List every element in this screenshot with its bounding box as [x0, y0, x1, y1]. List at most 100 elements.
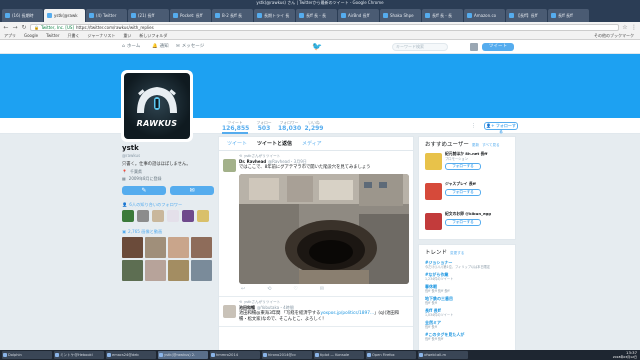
browser-tab[interactable]: 長ff 長 - 長: [422, 9, 463, 22]
browser-tab[interactable]: 長ff 長ff: [548, 9, 589, 22]
follower-avatar[interactable]: [152, 210, 164, 222]
suggested-user[interactable]: 紀文のお卵 @kibun_egg フォローする: [425, 211, 509, 239]
media-thumbnail[interactable]: [191, 237, 212, 258]
stat-followers[interactable]: フォロワー 18,030: [278, 118, 301, 134]
bookmark-item[interactable]: Google: [24, 33, 38, 38]
profile-name[interactable]: ystk: [122, 144, 214, 153]
follower-avatar[interactable]: [182, 210, 194, 222]
browser-tab[interactable]: 【長ff】長ff: [506, 9, 547, 22]
media-thumbnail[interactable]: [122, 237, 143, 258]
taskbar-item[interactable]: emacs24@deb: [106, 351, 156, 359]
media-thumbnail[interactable]: [145, 260, 166, 281]
trend-item[interactable]: #ジョショナー 今だけ(いい)第1位、フィリップ以は本日限定: [425, 260, 509, 269]
follower-avatar[interactable]: [137, 210, 149, 222]
photos-videos-link[interactable]: ▣ 2,765 画像と動画: [122, 228, 214, 235]
suggested-user-avatar[interactable]: [425, 153, 442, 170]
more-options-icon[interactable]: ⋮: [471, 123, 476, 129]
bookmark-item[interactable]: Twitter: [46, 33, 59, 38]
menu-icon[interactable]: ⋮: [631, 24, 637, 31]
browser-tab[interactable]: 長ff 長 - 長: [296, 9, 337, 22]
tweet-link[interactable]: yoxpos.jp/politics/1897...: [320, 311, 374, 316]
trend-item[interactable]: 春休暇 長ff 長ff 長ff 長ff: [425, 284, 509, 293]
bookmark-item[interactable]: アプリ: [4, 33, 16, 39]
nav-notifications[interactable]: 🔔 通知: [152, 40, 169, 54]
suggested-user-avatar[interactable]: [425, 213, 442, 230]
media-thumbnail[interactable]: [145, 237, 166, 258]
tab-tweets[interactable]: ツイート: [227, 140, 247, 147]
like-icon[interactable]: ♡: [293, 285, 297, 293]
bookmark-item[interactable]: 重い: [123, 33, 131, 39]
taskbar-item[interactable]: hmmro2014: [210, 351, 260, 359]
tweet[interactable]: ⟲ ystkさんがリツイート 池田和暢 @Yobutaka・4時間 池田和暢@東…: [219, 297, 413, 327]
follower-avatar[interactable]: [167, 210, 179, 222]
taskbar-item[interactable]: xfwebl:all-m: [418, 351, 468, 359]
bookmark-item[interactable]: 只書く: [68, 33, 80, 39]
media-thumbnail[interactable]: [168, 237, 189, 258]
tweet-author-avatar[interactable]: [223, 305, 236, 318]
back-icon[interactable]: ←: [3, 24, 9, 31]
taskbar-item[interactable]: Dolphin: [2, 351, 52, 359]
trend-item[interactable]: #このタグを見た人が 長ff 長ff 長ff: [425, 332, 509, 341]
taskbar-item[interactable]: ystk(@rawkus) 2.: [158, 351, 208, 359]
browser-tab[interactable]: Pocket: 長ff: [170, 9, 211, 22]
retweet-icon[interactable]: ⟲: [267, 285, 271, 293]
follower-avatar[interactable]: [122, 210, 134, 222]
other-bookmarks[interactable]: その他のブックマーク: [594, 33, 634, 39]
stat-tweets[interactable]: ツイート 126,855: [222, 118, 249, 134]
taskbar-item[interactable]: hirono2014@cc: [262, 351, 312, 359]
follow-button[interactable]: フォローする: [445, 189, 481, 196]
media-thumbnail[interactable]: [122, 260, 143, 281]
stat-likes[interactable]: いいね 2,299: [304, 118, 324, 134]
tweet-photo[interactable]: [239, 174, 409, 284]
browser-tab[interactable]: Shaka Shpe: [380, 9, 421, 22]
search-input[interactable]: キーワード検索: [392, 43, 448, 51]
browser-tab[interactable]: Amazon.co: [464, 9, 505, 22]
reload-icon[interactable]: ↻: [21, 24, 27, 31]
media-thumbnail[interactable]: [168, 260, 189, 281]
trend-item[interactable]: 地下鉄の三番目 長ff 長ff: [425, 296, 509, 305]
twitter-bird-icon[interactable]: 🐦: [312, 43, 322, 51]
forward-icon[interactable]: →: [12, 24, 18, 31]
browser-tab[interactable]: AirBnd 長ff: [338, 9, 379, 22]
view-all-link[interactable]: すべて見る: [482, 141, 500, 149]
tab-tweets-replies[interactable]: ツイートと返信: [257, 140, 292, 147]
stat-following[interactable]: フォロー 503: [254, 118, 274, 134]
taskbar-item[interactable]: tiplot — Konsole: [314, 351, 364, 359]
tweet-author-avatar[interactable]: [223, 159, 236, 172]
follow-button[interactable]: フォローする: [445, 163, 481, 170]
browser-tab[interactable]: (4) Twitter: [86, 9, 127, 22]
tab-media[interactable]: メディア: [302, 140, 322, 147]
tweet[interactable]: ⟲ ystkさんがリツイート Dr. Ravhead @Ravhead・3月9日…: [219, 151, 413, 297]
nav-home[interactable]: ⌂ ホーム: [122, 40, 140, 54]
browser-tab[interactable]: (16) 長期時: [2, 9, 43, 22]
taskbar-item[interactable]: Open Firefox: [366, 351, 416, 359]
follow-button[interactable]: フォローする: [445, 219, 481, 226]
suggested-user[interactable]: ジャスプレイ 長ff フォローする: [425, 181, 509, 209]
dm-icon[interactable]: ✉: [320, 285, 324, 293]
trend-item[interactable]: 長ff 長ff 1,034件のツイート: [425, 308, 509, 317]
address-bar[interactable]: 🔒 Twitter, Inc. [US] https://twitter.com…: [30, 23, 619, 31]
follower-avatar[interactable]: [197, 210, 209, 222]
browser-tab[interactable]: ystk(@rawk: [44, 9, 85, 22]
trend-item[interactable]: 全然ミア 長ff 長ff: [425, 320, 509, 329]
bookmark-item[interactable]: 新しいフォルダ: [139, 33, 167, 39]
nav-messages[interactable]: ✉ メッセージ: [176, 40, 204, 54]
followers-you-know-link[interactable]: 👤 6人の知り合いのフォロワー: [122, 201, 214, 208]
suggested-user-avatar[interactable]: [425, 183, 442, 200]
suggested-user[interactable]: 紀元前ほか 8h.net 長ff プロモーション フォローする: [425, 151, 509, 179]
refresh-link[interactable]: 更新: [472, 141, 479, 149]
account-avatar[interactable]: [470, 43, 478, 51]
browser-tab[interactable]: (21) 長ff: [128, 9, 169, 22]
change-trends-link[interactable]: 変更する: [450, 249, 464, 257]
star-icon[interactable]: ☆: [622, 24, 628, 31]
taskbar-item[interactable]: ミントケ@Hebookl: [54, 351, 104, 359]
browser-tab[interactable]: 長期トライ 長: [254, 9, 295, 22]
trend-item[interactable]: #ながら作業 1,234件のツイート: [425, 272, 509, 281]
media-thumbnail[interactable]: [191, 260, 212, 281]
browser-tab[interactable]: B-2 長ff 長: [212, 9, 253, 22]
bookmark-item[interactable]: ジャーナリスト: [88, 33, 116, 39]
profile-avatar[interactable]: RAWKUS: [121, 70, 193, 142]
reply-icon[interactable]: ↩: [241, 285, 245, 293]
message-button[interactable]: ✉: [170, 186, 214, 195]
tweet-button[interactable]: ツイート: [482, 43, 514, 51]
